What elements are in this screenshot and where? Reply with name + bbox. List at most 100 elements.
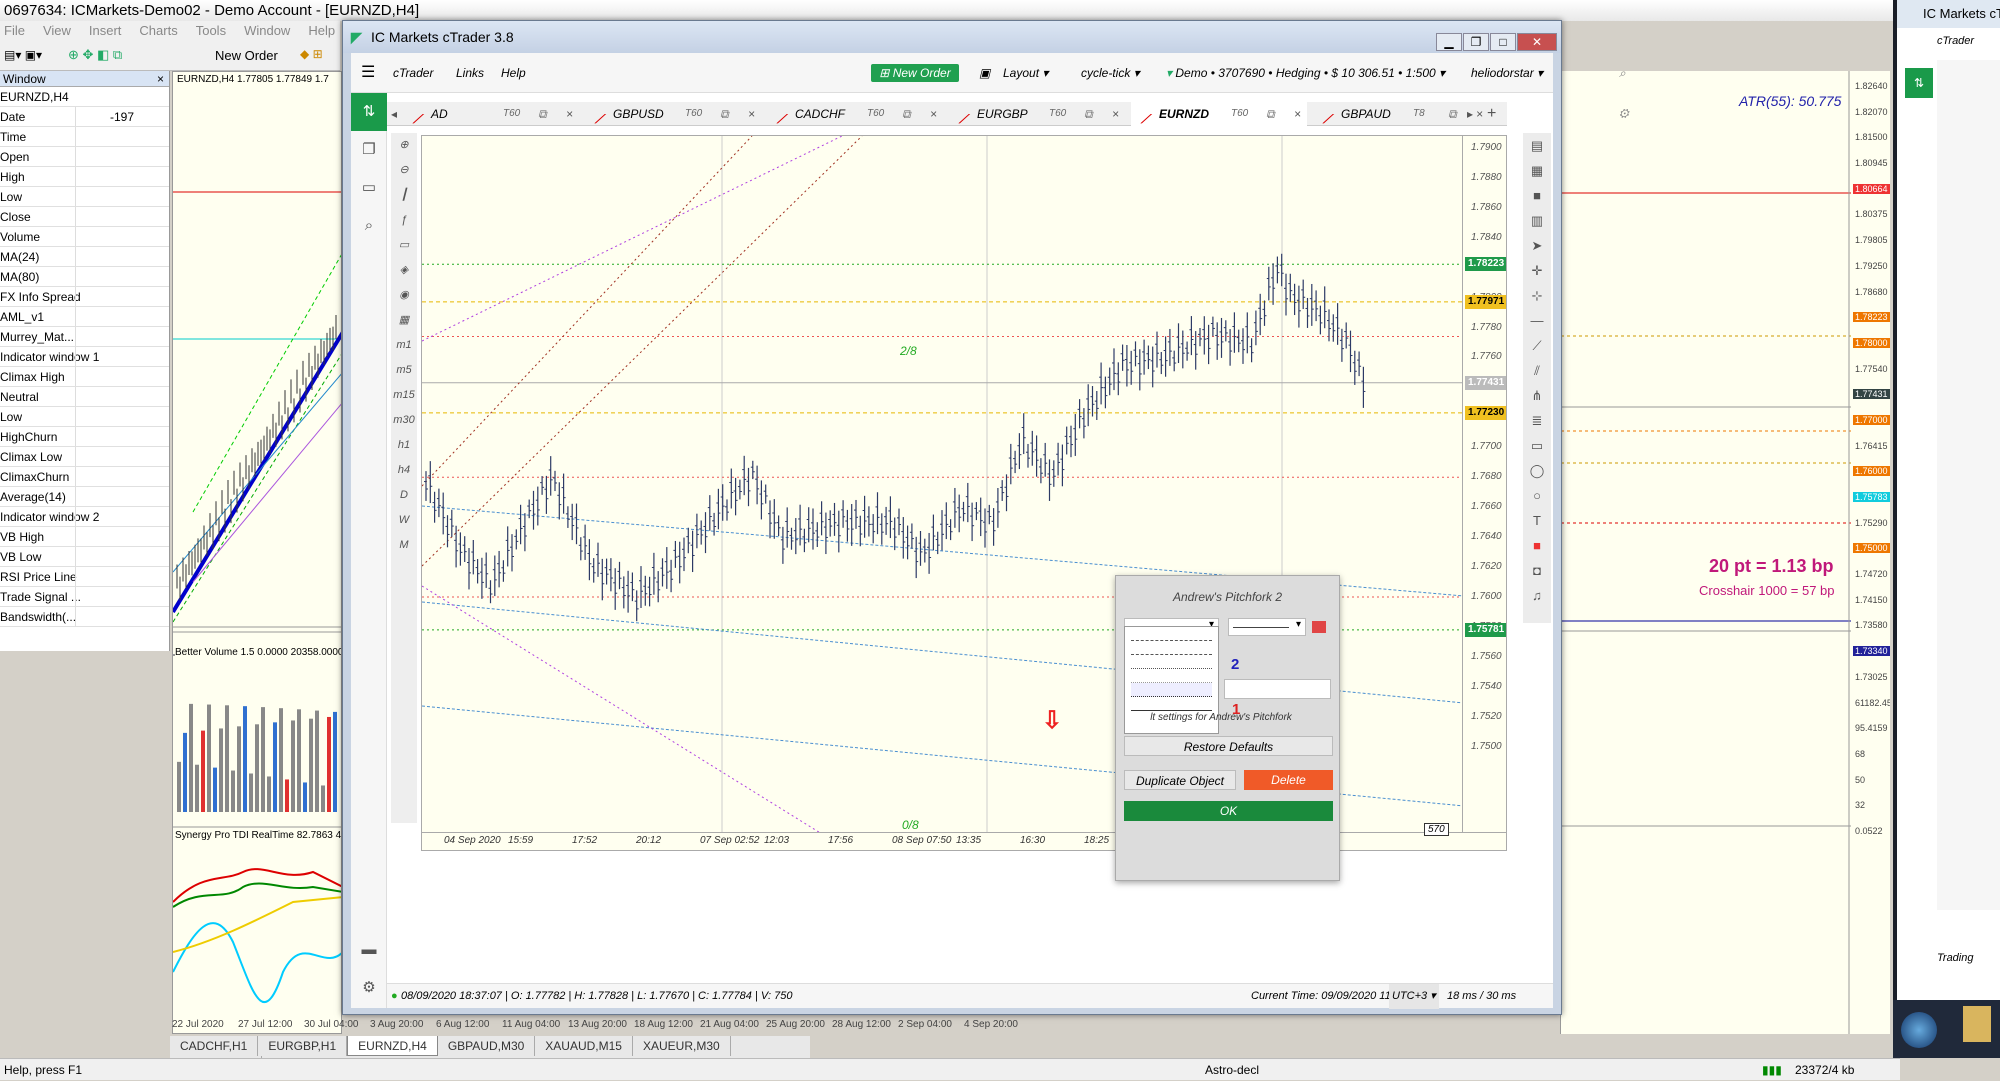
tool-icon-1[interactable]: ▤ — [1523, 133, 1551, 158]
color-swatch[interactable] — [1312, 621, 1326, 633]
mt4-chart-tab[interactable]: XAUAUD,M15 — [535, 1036, 633, 1056]
restore-defaults-button[interactable]: Restore Defaults — [1124, 736, 1333, 756]
close-tab-icon[interactable]: × — [748, 102, 755, 126]
menu-window[interactable]: Window — [244, 23, 290, 38]
chart-type-icon[interactable]: ┃ — [391, 183, 417, 208]
briefcase-icon[interactable]: ▬ — [351, 931, 387, 969]
mt4-new-order-button[interactable]: New Order — [215, 48, 278, 63]
symbol-tab-gbpusd[interactable]: ⟋ GBPUSD T60 ⧉ × — [585, 102, 761, 126]
timeframe-W[interactable]: W — [391, 508, 417, 533]
menu-charts[interactable]: Charts — [139, 23, 177, 38]
ctrader-new-order-button[interactable]: ⊞ New Order — [871, 64, 959, 82]
close-icon[interactable]: ✕ — [1517, 33, 1557, 51]
popout-icon[interactable]: ⧉ — [1084, 102, 1093, 126]
hamburger-icon[interactable]: ☰ — [361, 53, 375, 93]
symbol-tab-gbpaud[interactable]: ⟋ GBPAUD T8 ⧉ × — [1313, 102, 1489, 126]
pitchfork-icon[interactable]: ⋔ — [1523, 383, 1551, 408]
symbol-tab-eurgbp[interactable]: ⟋ EURGBP T60 ⧉ × — [949, 102, 1125, 126]
menu-help[interactable]: Help — [501, 53, 526, 93]
mt4-chart-tab[interactable]: XAUEUR,M30 — [633, 1036, 731, 1056]
style-fine-dotted[interactable] — [1131, 683, 1212, 697]
tab-timeframe[interactable]: T60 — [503, 102, 520, 126]
channel-icon[interactable]: ⫽ — [1523, 358, 1551, 383]
trendline-icon[interactable]: ⟋ — [1523, 333, 1551, 358]
rectangle-icon[interactable]: ▭ — [1523, 433, 1551, 458]
camera-icon[interactable]: ◘ — [1523, 558, 1551, 583]
close-tab-icon[interactable]: × — [1294, 102, 1301, 126]
timeframe-M[interactable]: M — [391, 533, 417, 558]
minimize-icon[interactable]: ▁ — [1436, 33, 1462, 51]
style-dash[interactable] — [1131, 627, 1212, 641]
symbol-tab-eurnzd[interactable]: ⟋ EURNZD T60 ⧉ × — [1131, 102, 1307, 126]
menu-links[interactable]: Links — [456, 53, 484, 93]
time-axis[interactable]: 04 Sep 2020 15:59 17:52 20:12 07 Sep 02:52 12… — [421, 823, 1507, 851]
mt4-chart-tab[interactable]: CADCHF,H1 — [170, 1036, 259, 1056]
template-icon[interactable]: ▦ — [391, 308, 417, 333]
timeframe-D[interactable]: D — [391, 483, 417, 508]
zoom-in-icon[interactable]: ⊕ — [391, 133, 417, 158]
timeframe-m30[interactable]: m30 — [391, 408, 417, 433]
bell-icon[interactable]: ♫ — [1523, 583, 1551, 608]
tab-timeframe[interactable]: T60 — [1231, 102, 1248, 126]
analyze-icon[interactable]: ⌕ — [351, 207, 387, 245]
timezone-selector[interactable]: UTC+3 ▾ — [1389, 984, 1439, 1009]
symbol-tab-ad[interactable]: ⟋ AD T60 ⧉ × — [403, 102, 579, 126]
timeframe-m15[interactable]: m15 — [391, 383, 417, 408]
add-tab-icon[interactable]: + — [1487, 102, 1496, 126]
mt4-left-chart[interactable]: EURNZD,H4 1.77805 1.77849 1.7 Better Vol… — [172, 71, 342, 1034]
toolbar-icon[interactable]: ▤▾ ▣▾ — [4, 48, 42, 62]
restore-icon[interactable]: ❐ — [1463, 33, 1489, 51]
maximize-icon[interactable]: □ — [1490, 33, 1516, 51]
tabs-left-arrow[interactable]: ◂ — [391, 102, 397, 126]
circle-icon[interactable]: ○ — [1523, 483, 1551, 508]
popout-icon[interactable]: ⧉ — [1448, 102, 1457, 126]
cursor-icon[interactable]: ➤ — [1523, 233, 1551, 258]
mt4-chart-tab[interactable]: GBPAUD,M30 — [438, 1036, 536, 1056]
menu-file[interactable]: File — [4, 23, 25, 38]
zoom-out-icon[interactable]: ⊖ — [391, 158, 417, 183]
tab-timeframe[interactable]: T60 — [867, 102, 884, 126]
timeframe-h1[interactable]: h1 — [391, 433, 417, 458]
popout-icon[interactable]: ⧉ — [720, 102, 729, 126]
popout-icon[interactable]: ⧉ — [538, 102, 547, 126]
close-icon[interactable]: × — [157, 71, 164, 87]
close-tab-icon[interactable]: × — [1112, 102, 1119, 126]
style-dot-dash[interactable] — [1131, 655, 1212, 669]
tab-timeframe[interactable]: T8 — [1413, 102, 1425, 126]
account-selector[interactable]: ▾ Demo • 3707690 • Hedging • $ 10 306.51… — [1166, 53, 1445, 93]
tab-timeframe[interactable]: T60 — [685, 102, 702, 126]
user-menu[interactable]: heliodorstar ▾ — [1471, 53, 1543, 93]
automate-icon[interactable]: ▭ — [351, 169, 387, 207]
menu-insert[interactable]: Insert — [89, 23, 122, 38]
copy-icon[interactable]: ❐ — [351, 131, 387, 169]
tab-timeframe[interactable]: T60 — [1049, 102, 1066, 126]
split-icon[interactable]: ▥ — [1523, 208, 1551, 233]
window-icon[interactable]: ■ — [1523, 183, 1551, 208]
ellipse-icon[interactable]: ◯ — [1523, 458, 1551, 483]
close-tab-icon[interactable]: × — [566, 102, 573, 126]
ok-button[interactable]: OK — [1124, 801, 1333, 821]
timeframe-m1[interactable]: m1 — [391, 333, 417, 358]
windows-start-icon[interactable] — [1901, 1012, 1937, 1048]
layers-icon[interactable]: ◈ — [391, 258, 417, 283]
timeframe-m5[interactable]: m5 — [391, 358, 417, 383]
style-dash-dot[interactable] — [1131, 641, 1212, 655]
mt4-right-chart[interactable]: ATR(55): 50.775 20 pt = 1.13 bp Crosshai… — [1560, 71, 1890, 1034]
layout-menu[interactable]: Layout ▾ — [1003, 53, 1048, 93]
measure-icon[interactable]: ⊹ — [1523, 283, 1551, 308]
eye-icon[interactable]: ◉ — [391, 283, 417, 308]
indicator-icon[interactable]: ƒ — [391, 208, 417, 233]
menu-help[interactable]: Help — [308, 23, 335, 38]
second-ctrader-menu[interactable]: cTrader — [1897, 28, 2000, 54]
cycle-menu[interactable]: cycle-tick ▾ — [1081, 53, 1140, 93]
popout-icon[interactable]: ⧉ — [1266, 102, 1275, 126]
duplicate-button[interactable]: Duplicate Object — [1124, 770, 1236, 790]
popout-icon[interactable]: ⧉ — [902, 102, 911, 126]
autotrading-icon[interactable]: ◆ ⊞ — [300, 47, 323, 61]
timeframe-h4[interactable]: h4 — [391, 458, 417, 483]
delete-button[interactable]: Delete — [1244, 770, 1333, 790]
tabs-right-arrow[interactable]: ▸ — [1467, 102, 1473, 126]
color-icon[interactable]: ■ — [1523, 533, 1551, 558]
style-dotted[interactable] — [1131, 669, 1212, 683]
mt4-chart-tab[interactable]: EURGBP,H1 — [258, 1036, 348, 1056]
